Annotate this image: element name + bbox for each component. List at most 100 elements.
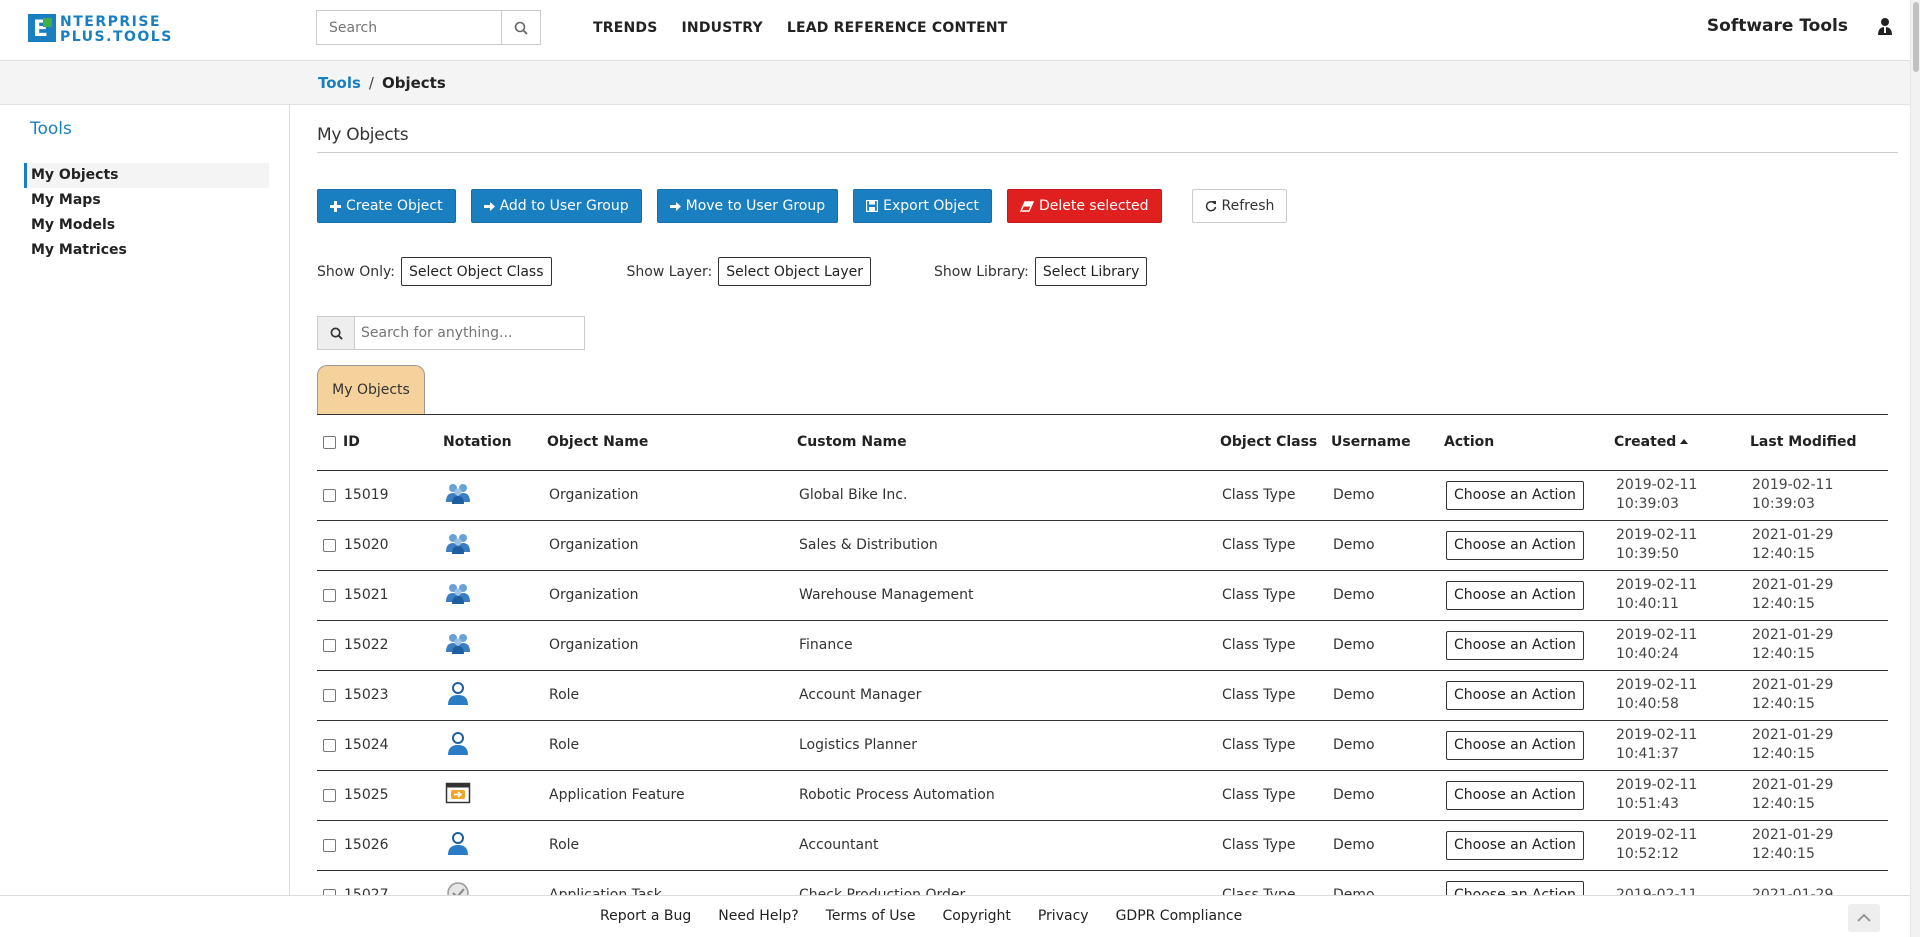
footer-link-gdpr[interactable]: GDPR Compliance (1116, 908, 1243, 924)
table-row[interactable]: 15024 Role Logistics Planner Class Type … (317, 720, 1888, 771)
footer-link-need-help[interactable]: Need Help? (718, 908, 798, 924)
table-search-button[interactable] (317, 316, 355, 350)
modified-date: 2019-02-11 (1752, 477, 1834, 493)
column-object-name[interactable]: Object Name (545, 415, 795, 471)
footer-link-terms[interactable]: Terms of Use (826, 908, 916, 924)
application-feature-icon (445, 780, 471, 806)
cell-custom-name: Sales & Distribution (795, 520, 1218, 571)
sidebar-item-my-maps[interactable]: My Maps (24, 188, 269, 213)
modified-time: 12:40:15 (1752, 796, 1815, 812)
cell-custom-name: Logistics Planner (795, 720, 1218, 771)
column-object-class[interactable]: Object Class (1218, 415, 1329, 471)
page-title: My Objects (317, 125, 409, 145)
table-row[interactable]: 15019 Organization Global Bike Inc. Clas… (317, 470, 1888, 521)
software-tools-brand[interactable]: Software Tools (1707, 16, 1848, 36)
created-date: 2019-02-11 (1616, 477, 1698, 493)
choose-action-select[interactable]: Choose an Action (1446, 680, 1584, 710)
row-checkbox[interactable] (323, 588, 336, 602)
created-time: 10:39:50 (1616, 546, 1679, 562)
choose-action-select[interactable]: Choose an Action (1446, 480, 1584, 510)
object-id: 15025 (344, 787, 389, 803)
cell-created: 2019-02-11 10:40:11 (1612, 570, 1748, 621)
cell-action: Choose an Action (1442, 470, 1612, 521)
column-custom-name[interactable]: Custom Name (795, 415, 1218, 471)
row-checkbox[interactable] (323, 688, 336, 702)
export-object-button[interactable]: Export Object (853, 189, 992, 223)
select-all-checkbox[interactable] (323, 435, 336, 449)
table-row[interactable]: 15025 Application Feature Robotic Proces… (317, 770, 1888, 821)
table-row[interactable]: 15026 Role Accountant Class Type Demo Ch… (317, 820, 1888, 871)
scrollbar-thumb[interactable] (1913, 2, 1919, 72)
object-layer-select[interactable]: Select Object Layer (718, 257, 871, 286)
export-object-label: Export Object (883, 198, 979, 214)
choose-action-select[interactable]: Choose an Action (1446, 830, 1584, 860)
delete-selected-button[interactable]: Delete selected (1006, 189, 1162, 223)
refresh-button[interactable]: Refresh (1191, 189, 1288, 223)
top-navigation: TRENDS INDUSTRY LEAD REFERENCE CONTENT (593, 0, 1008, 56)
column-username[interactable]: Username (1329, 415, 1442, 471)
user-icon[interactable] (1877, 17, 1893, 35)
table-row[interactable]: 15023 Role Account Manager Class Type De… (317, 670, 1888, 721)
add-to-user-group-button[interactable]: Add to User Group (470, 189, 642, 223)
choose-action-select[interactable]: Choose an Action (1446, 580, 1584, 610)
cell-username: Demo (1329, 620, 1442, 671)
footer-link-report-bug[interactable]: Report a Bug (600, 908, 691, 924)
column-created[interactable]: Created (1612, 415, 1748, 471)
column-action[interactable]: Action (1442, 415, 1612, 471)
footer-link-privacy[interactable]: Privacy (1038, 908, 1089, 924)
organization-icon (445, 530, 471, 556)
cell-object-class: Class Type (1218, 570, 1329, 621)
move-to-user-group-button[interactable]: Move to User Group (656, 189, 839, 223)
row-checkbox[interactable] (323, 738, 336, 752)
footer-link-copyright[interactable]: Copyright (942, 908, 1010, 924)
sidebar-item-my-models[interactable]: My Models (24, 213, 269, 238)
header-search-button[interactable] (501, 10, 541, 45)
object-class-select[interactable]: Select Object Class (401, 257, 552, 286)
table-row[interactable]: 15022 Organization Finance Class Type De… (317, 620, 1888, 671)
column-id-label: ID (343, 434, 360, 451)
page-scrollbar[interactable] (1910, 0, 1920, 937)
sidebar-item-my-objects[interactable]: My Objects (24, 163, 269, 188)
sidebar-title[interactable]: Tools (30, 119, 72, 139)
nav-lead-reference-content[interactable]: LEAD REFERENCE CONTENT (787, 20, 1008, 36)
cell-object-name: Role (545, 720, 795, 771)
tab-my-objects[interactable]: My Objects (317, 365, 425, 414)
choose-action-select[interactable]: Choose an Action (1446, 530, 1584, 560)
library-select[interactable]: Select Library (1034, 257, 1148, 286)
created-date: 2019-02-11 (1616, 627, 1698, 643)
cell-action: Choose an Action (1442, 570, 1612, 621)
header-search-input[interactable] (316, 10, 501, 45)
choose-action-select[interactable]: Choose an Action (1446, 630, 1584, 660)
column-last-modified[interactable]: Last Modified (1748, 415, 1888, 471)
search-icon (514, 21, 528, 35)
sidebar-item-my-matrices[interactable]: My Matrices (24, 238, 269, 263)
table-row[interactable]: 15020 Organization Sales & Distribution … (317, 520, 1888, 571)
choose-action-select[interactable]: Choose an Action (1446, 730, 1584, 760)
breadcrumb-tools-link[interactable]: Tools (318, 74, 361, 92)
enterprise-plus-tools-logo[interactable]: E NTERPRISE PLUS.TOOLS (28, 12, 230, 44)
cell-created: 2019-02-11 10:40:24 (1612, 620, 1748, 671)
table-row[interactable]: 15021 Organization Warehouse Management … (317, 570, 1888, 621)
choose-action-select[interactable]: Choose an Action (1446, 780, 1584, 810)
row-checkbox[interactable] (323, 838, 336, 852)
row-checkbox[interactable] (323, 538, 336, 552)
create-object-button[interactable]: Create Object (317, 189, 456, 223)
nav-trends[interactable]: TRENDS (593, 20, 658, 36)
cell-created: 2019-02-11 10:39:03 (1612, 470, 1748, 521)
row-checkbox[interactable] (323, 638, 336, 652)
scroll-to-top-button[interactable] (1848, 904, 1880, 932)
row-checkbox[interactable] (323, 788, 336, 802)
column-notation[interactable]: Notation (441, 415, 545, 471)
cell-created: 2019-02-11 10:40:58 (1612, 670, 1748, 721)
cell-username: Demo (1329, 520, 1442, 571)
footer: Report a Bug Need Help? Terms of Use Cop… (0, 895, 1910, 937)
table-search-input[interactable] (355, 316, 585, 350)
cell-action: Choose an Action (1442, 720, 1612, 771)
chevron-up-icon (1857, 914, 1871, 922)
row-checkbox[interactable] (323, 488, 336, 502)
cell-object-class: Class Type (1218, 620, 1329, 671)
nav-industry[interactable]: INDUSTRY (682, 20, 763, 36)
column-id[interactable]: ID (317, 415, 441, 471)
table-body: 15019 Organization Global Bike Inc. Clas… (317, 470, 1888, 921)
modified-time: 12:40:15 (1752, 696, 1815, 712)
